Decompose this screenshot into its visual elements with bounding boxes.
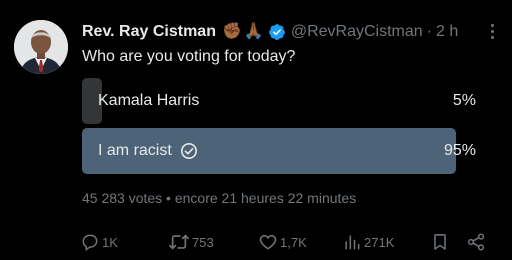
views-count: 271K [364,234,395,250]
repost-count: 753 [192,234,214,250]
timestamp[interactable]: 2 h [436,22,458,42]
bookmark-icon [430,232,450,252]
tweet: Rev. Ray Cistman ✊🏾 🙏🏾 @RevRayCistman · … [0,0,512,260]
verified-badge-icon [268,23,286,41]
poll-option-percent: 95% [443,142,476,159]
folded-hands-emoji: 🙏🏾 [243,23,264,40]
author-handle[interactable]: @RevRayCistman [291,22,423,42]
share-icon [466,232,486,252]
poll-option-kamala-harris: Kamala Harris 5% [82,78,476,124]
like-button[interactable]: 1,7K [258,231,307,253]
poll-meta: 45 283 votes • encore 21 heures 22 minut… [82,190,357,206]
avatar[interactable] [14,20,68,74]
poll-option-label: I am racist [98,128,198,174]
poll-option-percent: 5% [452,92,476,109]
repost-icon [168,232,190,252]
display-name[interactable]: Rev. Ray Cistman [82,22,216,42]
poll-option-text: I am racist [98,142,172,159]
heart-icon [258,232,278,252]
like-count: 1,7K [280,234,307,250]
views-button[interactable]: 271K [342,231,394,253]
raised-fist-emoji: ✊🏾 [221,23,242,40]
reply-count: 1K [102,234,118,250]
poll-option-i-am-racist: I am racist 95% [82,128,476,174]
more-options-icon[interactable] [491,24,494,39]
bar-chart-icon [342,232,362,252]
tweet-text: Who are you voting for today? [82,48,296,65]
tweet-header: Rev. Ray Cistman ✊🏾 🙏🏾 @RevRayCistman · … [82,22,472,42]
reply-icon [80,232,100,252]
share-button[interactable] [466,231,486,253]
action-bar: 1K 753 1,7K 271K [80,231,492,253]
poll-option-label: Kamala Harris [98,78,199,124]
bookmark-button[interactable] [430,231,450,253]
check-circle-icon [180,142,198,160]
repost-button[interactable]: 753 [168,231,214,253]
separator-dot: · [426,23,432,40]
reply-button[interactable]: 1K [80,231,118,253]
poll-option-text: Kamala Harris [98,92,200,109]
name-emojis: ✊🏾 🙏🏾 [222,22,264,42]
